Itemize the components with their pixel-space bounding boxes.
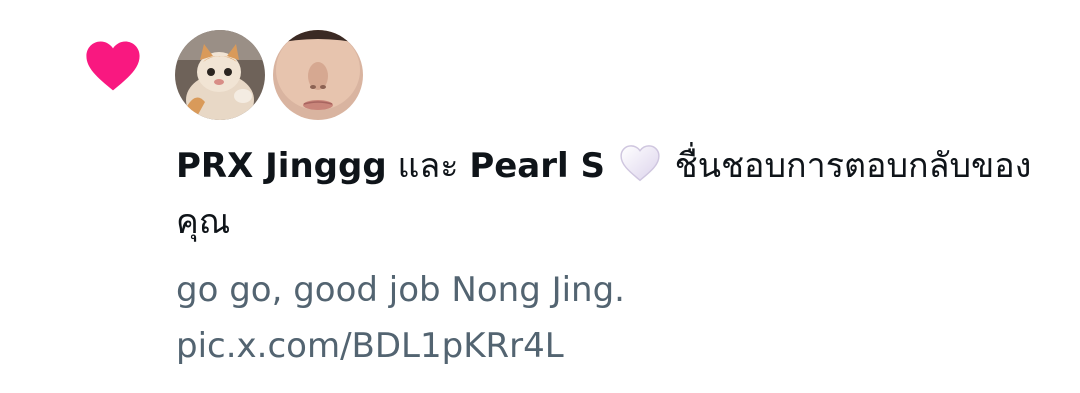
white-heart-icon bbox=[620, 145, 660, 182]
reply-snippet[interactable]: go go, good job Nong Jing. pic.x.com/BDL… bbox=[176, 262, 936, 374]
like-notification[interactable]: PRX Jinggg และ Pearl S ชื่นชอบการตอบกลับ… bbox=[0, 0, 1080, 393]
orange-cat-avatar bbox=[175, 30, 265, 120]
avatar-prx-jinggg[interactable] bbox=[175, 30, 265, 120]
conjunction-text: และ bbox=[397, 146, 459, 186]
avatar-group bbox=[175, 30, 363, 122]
heart-icon bbox=[86, 41, 140, 91]
user-name-2[interactable]: Pearl S bbox=[469, 146, 605, 186]
avatar-pearl-s[interactable] bbox=[273, 30, 363, 120]
notification-text: PRX Jinggg และ Pearl S ชื่นชอบการตอบกลับ… bbox=[176, 138, 1036, 250]
person-face-avatar bbox=[273, 30, 363, 120]
user-name-1[interactable]: PRX Jinggg bbox=[176, 146, 387, 186]
